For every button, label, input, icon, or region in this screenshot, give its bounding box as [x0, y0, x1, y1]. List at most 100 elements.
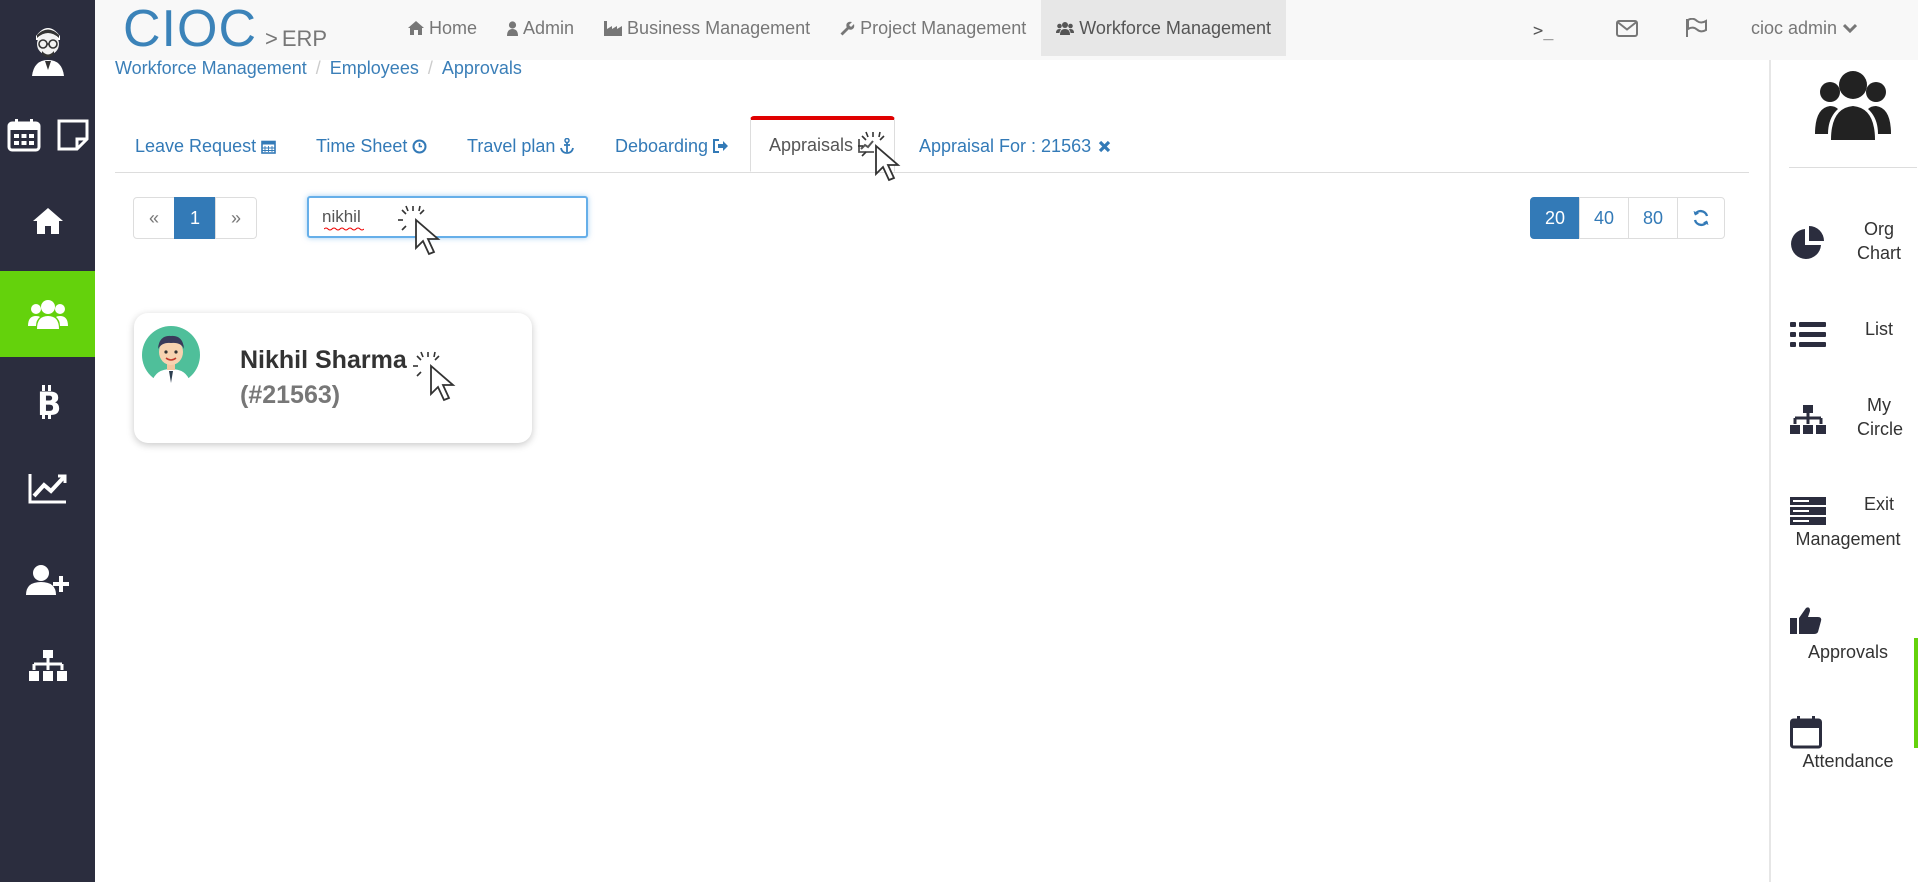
org-structure-item[interactable]	[0, 646, 95, 686]
add-user-item[interactable]	[0, 560, 95, 600]
sticky-note-icon	[57, 119, 88, 151]
home-item[interactable]	[0, 198, 95, 244]
employee-card[interactable]: Nikhil Sharma (#21563)	[134, 313, 532, 443]
right-item-attendance-label: Attendance	[1802, 751, 1894, 771]
employee-avatar	[141, 325, 201, 387]
employee-name: Nikhil Sharma	[240, 346, 407, 374]
menu-admin-label: Admin	[523, 17, 575, 38]
thumbs-up-icon	[1790, 607, 1822, 634]
tab-leave-request[interactable]: Leave Request	[135, 128, 276, 164]
chart-icon	[858, 138, 875, 153]
refresh-icon	[1693, 209, 1709, 227]
user-menu[interactable]: cioc admin	[1751, 0, 1858, 56]
pagination-prev[interactable]: «	[133, 197, 175, 239]
sitemap-icon	[28, 650, 67, 681]
users-icon	[27, 300, 68, 329]
notifications-button[interactable]	[1685, 0, 1707, 56]
wrench-icon	[840, 21, 855, 35]
menu-project-management[interactable]: Project Management	[825, 0, 1041, 56]
tab-appraisal-for[interactable]: Appraisal For : 21563	[919, 128, 1111, 164]
terminal-icon: >_	[1533, 21, 1554, 41]
right-item-approvals[interactable]: Approvals	[1771, 606, 1918, 676]
calendar-icon	[1790, 716, 1822, 749]
workforce-item[interactable]	[0, 271, 95, 357]
finance-item[interactable]: B	[0, 382, 95, 422]
bitcoin-icon: B	[37, 385, 61, 419]
page-size-80[interactable]: 80	[1628, 197, 1678, 239]
right-item-org-chart[interactable]: Org Chart	[1771, 215, 1918, 285]
tab-travel-plan-label: Travel plan	[467, 135, 556, 156]
messages-button[interactable]	[1616, 0, 1638, 56]
tab-travel-plan[interactable]: Travel plan	[467, 128, 575, 164]
approval-tabs: Leave Request Time Sheet Travel plan Deb…	[115, 116, 1749, 173]
breadcrumb-approvals[interactable]: Approvals	[442, 58, 522, 79]
brand-logo[interactable]: CIOC > ERP	[123, 2, 327, 56]
envelope-icon	[1616, 19, 1638, 37]
breadcrumb-divider: /	[427, 58, 433, 78]
menu-admin[interactable]: Admin	[492, 0, 589, 56]
brand-separator: >	[265, 26, 278, 51]
right-item-my-circle-label: My Circle	[1857, 395, 1904, 439]
breadcrumb: Workforce Management / Employees / Appro…	[115, 58, 522, 79]
tab-appraisal-for-label: Appraisal For : 21563	[919, 135, 1092, 156]
divider	[1789, 167, 1917, 168]
calendar-icon	[261, 140, 276, 154]
terminal-button[interactable]: >_	[1533, 0, 1553, 56]
right-item-list[interactable]: List	[1771, 315, 1918, 355]
refresh-button[interactable]	[1677, 197, 1725, 239]
brand-product: ERP	[281, 26, 328, 51]
right-item-attendance[interactable]: Attendance	[1771, 715, 1918, 785]
tab-time-sheet-label: Time Sheet	[316, 135, 408, 156]
area-chart-icon	[28, 474, 66, 504]
users-icon	[1815, 68, 1891, 147]
home-icon	[32, 208, 63, 234]
tab-appraisals[interactable]: Appraisals	[750, 116, 895, 172]
menu-home-label: Home	[429, 17, 478, 38]
list-icon	[1790, 322, 1826, 347]
page-size-20[interactable]: 20	[1530, 197, 1580, 239]
user-avatar-icon[interactable]	[28, 18, 68, 78]
user-icon	[507, 20, 519, 36]
clock-icon	[412, 139, 427, 153]
right-item-approvals-label: Approvals	[1807, 642, 1889, 662]
calendar-icon	[7, 119, 40, 152]
anchor-icon	[560, 138, 575, 154]
menu-business-management[interactable]: Business Management	[589, 0, 825, 56]
calendar-notes-item[interactable]	[0, 110, 95, 160]
breadcrumb-employees[interactable]: Employees	[330, 58, 419, 79]
home-icon	[408, 21, 424, 35]
right-item-exit-label-1: Exit	[1863, 494, 1894, 514]
industry-icon	[604, 20, 623, 36]
flag-icon	[1686, 18, 1707, 37]
server-icon	[1790, 497, 1826, 525]
scroll-indicator[interactable]	[1914, 638, 1918, 748]
tab-deboarding[interactable]: Deboarding	[615, 128, 729, 164]
menu-workforce-management-label: Workforce Management	[1079, 17, 1272, 38]
analytics-item[interactable]	[0, 468, 95, 508]
menu-workforce-management[interactable]: Workforce Management	[1041, 0, 1287, 56]
top-navbar: CIOC > ERP Home Admin Business Managemen…	[95, 0, 1918, 60]
right-item-exit-management[interactable]: Exit Management	[1771, 492, 1918, 562]
users-icon	[1056, 22, 1075, 35]
breadcrumb-divider: /	[315, 58, 321, 78]
right-item-org-chart-label: Org Chart	[1857, 219, 1902, 263]
page-size-40[interactable]: 40	[1579, 197, 1629, 239]
right-item-exit-label-2: Management	[1795, 529, 1901, 549]
close-icon[interactable]	[1098, 140, 1111, 153]
brand-name: CIOC	[123, 0, 257, 58]
breadcrumb-workforce-management[interactable]: Workforce Management	[115, 58, 307, 79]
user-plus-icon	[25, 565, 69, 595]
pagination-next[interactable]: »	[215, 197, 257, 239]
tab-time-sheet[interactable]: Time Sheet	[316, 128, 427, 164]
right-item-list-label: List	[1864, 319, 1893, 339]
right-sidebar: Org Chart List My Circle Exit Management A…	[1769, 60, 1918, 882]
tab-leave-request-label: Leave Request	[135, 135, 257, 156]
pagination: « 1 »	[133, 197, 257, 239]
menu-home[interactable]: Home	[393, 0, 492, 56]
pagination-page[interactable]: 1	[174, 197, 216, 239]
chevron-down-icon	[1843, 23, 1858, 33]
right-item-my-circle[interactable]: My Circle	[1771, 393, 1918, 453]
search-input[interactable]	[307, 196, 588, 238]
sign-out-icon	[713, 139, 729, 153]
top-menu: Home Admin Business Management Project M…	[393, 0, 1287, 56]
